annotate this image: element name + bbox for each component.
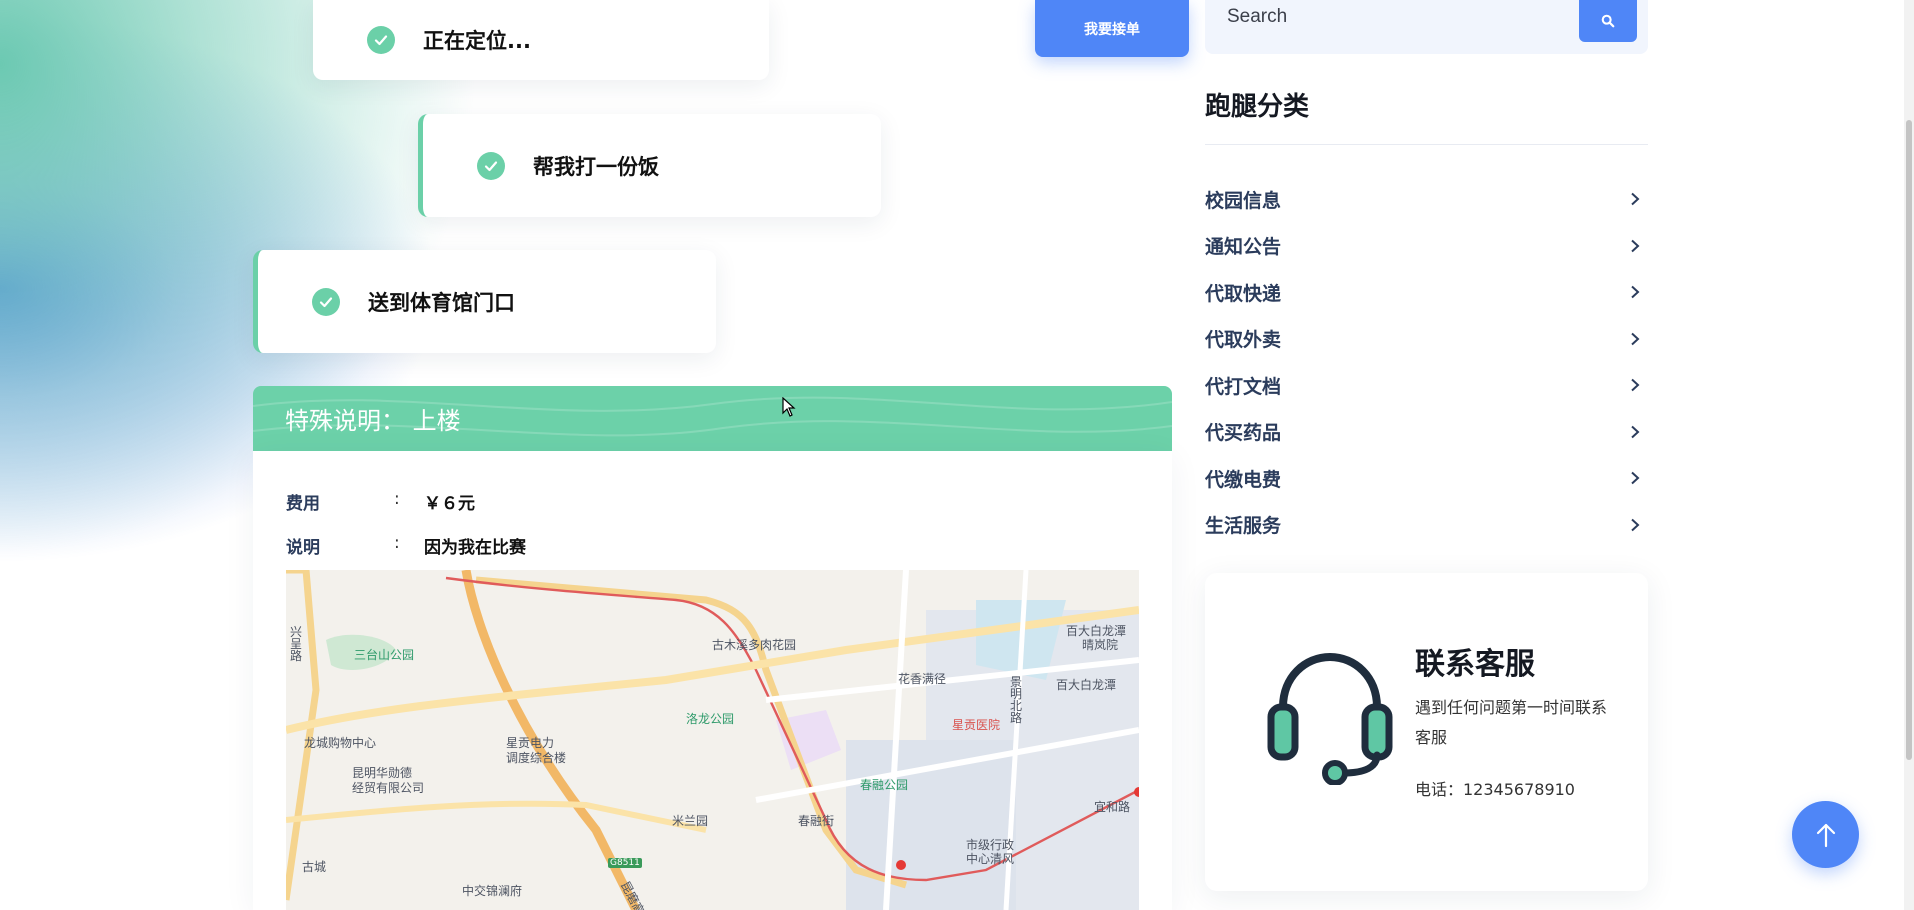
step-label: 正在定位... <box>423 29 531 53</box>
category-label: 校园信息 <box>1205 189 1282 212</box>
step-card-deliver: 送到体育馆门口 <box>253 250 716 353</box>
take-order-button[interactable]: 我要接单 <box>1035 0 1189 57</box>
category-item[interactable]: 生活服务 <box>1205 502 1648 549</box>
category-item[interactable]: 代取快递 <box>1205 269 1648 316</box>
chevron-right-icon <box>1631 518 1640 531</box>
search-box <box>1205 0 1648 54</box>
map-poi: 龙城购物中心 <box>304 736 377 750</box>
search-input[interactable] <box>1227 0 1567 34</box>
note-row: 说明 : 因为我在比赛 <box>286 533 526 558</box>
category-item[interactable]: 校园信息 <box>1205 176 1648 223</box>
category-item[interactable]: 代缴电费 <box>1205 455 1648 502</box>
map-poi: 古城 <box>302 860 327 874</box>
chevron-right-icon <box>1631 425 1640 438</box>
headset-icon <box>1267 652 1393 785</box>
category-label: 生活服务 <box>1205 515 1282 538</box>
check-icon <box>477 151 505 180</box>
search-button[interactable] <box>1579 0 1637 42</box>
step-label: 送到体育馆门口 <box>368 290 515 315</box>
step-label: 帮我打一份饭 <box>533 154 659 179</box>
check-icon <box>367 26 395 54</box>
step-card-get-meal: 帮我打一份饭 <box>418 114 881 217</box>
fee-key: 费用 <box>286 494 320 514</box>
map-poi: 调度综合楼 <box>506 751 567 765</box>
category-item[interactable]: 代打文档 <box>1205 362 1648 409</box>
page-scrollbar[interactable] <box>1904 0 1914 910</box>
map-view[interactable]: 三台山公园 古木溪多肉花园 百大白龙潭 晴岚院 花香满径 景明北路 百大白龙潭 … <box>286 570 1139 910</box>
category-title: 跑腿分类 <box>1205 92 1310 122</box>
map-poi: 古木溪多肉花园 <box>712 638 797 652</box>
map-poi: 中心清风 <box>966 852 1015 866</box>
note-key: 说明 <box>286 538 320 558</box>
category-label: 代取外卖 <box>1205 329 1282 352</box>
map-poi: 洛龙公园 <box>686 712 735 726</box>
category-item[interactable]: 代取外卖 <box>1205 316 1648 363</box>
search-icon <box>1601 14 1615 28</box>
special-note-banner: 特殊说明： 上楼 <box>253 386 1172 451</box>
map-poi: 晴岚院 <box>1082 638 1119 652</box>
customer-service-title: 联系客服 <box>1415 647 1535 682</box>
note-value: 因为我在比赛 <box>424 538 526 558</box>
scrollbar-thumb[interactable] <box>1906 120 1912 760</box>
map-poi: 景明北路 <box>1010 675 1023 725</box>
map-poi: 春融街 <box>798 814 835 828</box>
category-label: 代打文档 <box>1205 375 1282 398</box>
chevron-right-icon <box>1631 239 1640 252</box>
map-poi: G8511 <box>608 858 642 868</box>
category-item[interactable]: 通知公告 <box>1205 223 1648 270</box>
category-label: 通知公告 <box>1205 236 1282 259</box>
map-poi: 花香满径 <box>898 672 947 686</box>
divider <box>1205 144 1648 145</box>
chevron-right-icon <box>1631 332 1640 345</box>
chevron-right-icon <box>1631 286 1640 299</box>
category-label: 代取快递 <box>1205 282 1282 305</box>
category-item[interactable]: 代买药品 <box>1205 409 1648 456</box>
category-list: 校园信息 通知公告 代取快递 代取外卖 代打文档 代买药品 代缴电费 生活服务 <box>1205 176 1648 548</box>
customer-service-card: 联系客服 遇到任何问题第一时间联系客服 电话：12345678910 <box>1205 573 1648 891</box>
fee-row: 费用 : ￥６元 <box>286 489 475 514</box>
map-poi: 春融公园 <box>860 778 909 792</box>
colon: : <box>394 533 400 553</box>
customer-service-description: 遇到任何问题第一时间联系客服 <box>1415 698 1608 747</box>
chevron-right-icon <box>1631 193 1640 206</box>
customer-service-phone: 电话：12345678910 <box>1415 780 1575 799</box>
category-label: 代买药品 <box>1205 422 1282 445</box>
fee-value: ￥６元 <box>424 494 475 514</box>
chevron-right-icon <box>1631 472 1640 485</box>
step-card-locating: 正在定位... <box>313 0 769 80</box>
map-poi: 三台山公园 <box>354 648 415 662</box>
map-poi: 兴呈路 <box>290 625 303 663</box>
map-poi: 经贸有限公司 <box>352 781 425 795</box>
special-note-text: 特殊说明： 上楼 <box>285 407 461 435</box>
category-label: 代缴电费 <box>1205 468 1282 491</box>
arrow-up-icon <box>1816 823 1835 847</box>
location-pin-icon <box>896 860 906 870</box>
map-poi: 宜和路 <box>1094 800 1131 814</box>
check-icon <box>312 287 340 316</box>
colon: : <box>394 489 400 509</box>
map-poi: 中交锦澜府 <box>462 884 523 898</box>
back-to-top-button[interactable] <box>1792 801 1859 868</box>
chevron-right-icon <box>1631 379 1640 392</box>
map-poi: 米兰园 <box>672 814 709 828</box>
cursor-icon <box>782 397 796 417</box>
map-poi: 星贡医院 <box>952 718 1001 732</box>
map-poi: 百大白龙潭 <box>1056 678 1117 692</box>
